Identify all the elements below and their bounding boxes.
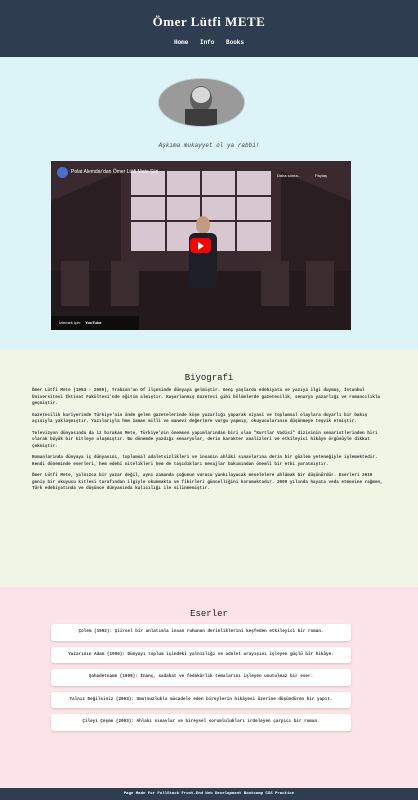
biography-section: Biyografi Ömer Lütfi Mete (1953 - 2009),… [0, 350, 418, 587]
share-button[interactable]: Paylaş [315, 173, 327, 178]
author-portrait-image [159, 79, 244, 126]
biography-paragraph: Televizyon dünyasında da iz bırakan Mete… [32, 430, 378, 449]
work-card: Çileyi Çeşme (2003): Ahlaki sınavlar ve … [51, 714, 351, 731]
biography-text: Ömer Lütfi Mete (1953 - 2009), Trabzon'u… [0, 388, 418, 493]
work-card: Yazarının Adam (1996): Dünyayı toplum iç… [51, 646, 351, 663]
site-header: Ömer Lütfi METE Home Info Books [0, 0, 418, 57]
biography-paragraph: Ömer Lütfi Mete, yalnızca bir yazar deği… [32, 473, 383, 491]
biography-heading: Biyografi [184, 373, 234, 383]
play-icon[interactable] [190, 238, 211, 253]
nav-info-link[interactable]: Info [200, 39, 214, 46]
work-card: Yalnız Değilsiniz (2003): Umutsuzlukla m… [51, 691, 351, 708]
channel-logo-icon[interactable] [57, 167, 68, 178]
biography-paragraph: Romanlarında dünyaya iç dünyasını, toplu… [32, 455, 378, 467]
nav-books-link[interactable]: Books [226, 39, 244, 46]
biography-paragraph: Gazetecilik kariyerinde Türkiye'nin önde… [32, 412, 368, 425]
author-quote: Aşkıma mukayyet ol ya rabbi! [158, 142, 260, 149]
watch-label: İzlemek için: [59, 320, 82, 325]
works-heading: Eserler [190, 609, 228, 619]
work-card: Şahadetname (1998): İnanç, sadakat ve fe… [51, 669, 351, 686]
site-footer: Page Made For FullStack Front-End Web De… [0, 788, 418, 800]
works-section: Eserler Çolem (1992): Şiirsel bir anlatı… [0, 587, 418, 788]
watch-on-youtube-link[interactable]: İzlemek için: YouTube [51, 316, 139, 330]
main-nav: Home Info Books [0, 39, 418, 46]
youtube-video-embed[interactable]: Polat Alemdar'dan Ömer Lütfi Mete Şiiri … [51, 161, 351, 330]
site-title: Ömer Lütfi METE [152, 14, 266, 29]
works-list: Çolem (1992): Şiirsel bir anlatımla insa… [51, 624, 351, 737]
intro-section: Aşkıma mukayyet ol ya rabbi! Polat Alemd… [0, 57, 418, 350]
nav-home-link[interactable]: Home [174, 39, 188, 46]
biography-paragraph: Ömer Lütfi Mete (1953 - 2009), Trabzon'u… [32, 388, 381, 406]
watch-later-button[interactable]: Daha sonra... [277, 173, 301, 178]
work-card: Çolem (1992): Şiirsel bir anlatımla insa… [51, 624, 351, 641]
video-title[interactable]: Polat Alemdar'dan Ömer Lütfi Mete Şiiri [71, 169, 158, 175]
youtube-logo: YouTube [85, 320, 102, 325]
